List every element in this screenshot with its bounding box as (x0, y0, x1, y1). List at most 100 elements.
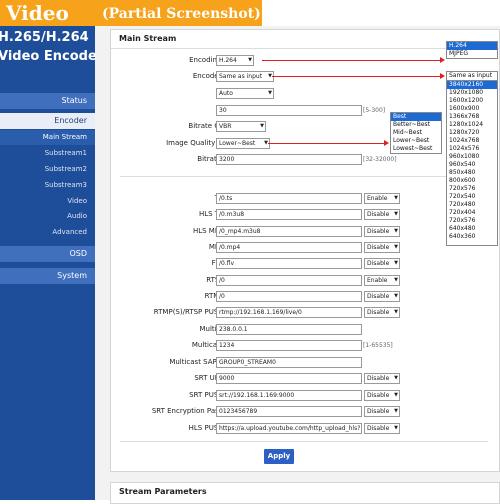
bitrate-input[interactable]: 3200 (216, 154, 362, 165)
nav-substream3[interactable]: Substream3 (0, 178, 95, 193)
mp4-url-mode-select[interactable]: Disable ▼ (364, 242, 400, 253)
srt-push-url-input[interactable]: srt://192.168.1.169:9000 (216, 390, 362, 401)
dropdown-current-value: Same as input (447, 72, 497, 81)
dropdown-option[interactable]: 850x480 (447, 169, 497, 177)
multicast-sap-label: Multicast SAP Name: (169, 358, 242, 366)
nav-substream2[interactable]: Substream2 (0, 162, 95, 177)
rtsp-url-mode-select[interactable]: Enable ▼ (364, 275, 400, 286)
dropdown-option[interactable]: 960x1080 (447, 153, 497, 161)
dropdown-option[interactable]: 1600x1200 (447, 97, 497, 105)
mp4-url-label: MP4 URL: (32, 242, 242, 252)
multicast-sap-input[interactable]: GROUP0_STREAM0 (216, 357, 362, 368)
stream-parameters-panel: Stream Parameters (110, 482, 500, 504)
panel-divider (111, 48, 499, 49)
hls-ts-url-mode-select[interactable]: Disable ▼ (364, 209, 400, 220)
hls-mp4-url-label: HLS MP4 URL: (192, 227, 242, 235)
dropdown-option[interactable]: 1280x1024 (447, 121, 497, 129)
multicast-ip-input[interactable]: 238.0.0.1 (216, 324, 362, 335)
dropdown-option[interactable]: 1920x1080 (447, 89, 497, 97)
srt-port-mode-select[interactable]: Disable ▼ (364, 373, 400, 384)
dropdown-option[interactable]: 720x404 (447, 209, 497, 217)
arrow-head-icon (440, 57, 445, 63)
srt-push-url-mode-select[interactable]: Disable ▼ (364, 390, 400, 401)
hls-ts-url-input[interactable]: /0.m3u8 (216, 209, 362, 220)
image-quality-select[interactable]: Lower~Best ▼ (216, 138, 270, 149)
rtmp-url-mode-select[interactable]: Disable ▼ (364, 291, 400, 302)
chevron-down-icon: ▼ (394, 293, 398, 299)
rtmp-push-url-input[interactable]: rtmp://192.168.1.169/live/0 (216, 307, 362, 318)
brand-line1: H.265/H.264 (0, 30, 89, 45)
dropdown-option[interactable]: MJPEG (447, 50, 497, 58)
srt-password-mode-select[interactable]: Disable ▼ (364, 406, 400, 417)
encoding-type-label: Encoding Type: (189, 56, 242, 64)
dropdown-option[interactable]: Better~Best (391, 121, 441, 129)
annotation-arrow (272, 76, 440, 77)
chevron-down-icon: ▼ (248, 57, 252, 63)
dropdown-option[interactable]: Best (391, 113, 441, 121)
srt-port-input[interactable]: 9000 (216, 373, 362, 384)
multicast-port-input[interactable]: 1234 (216, 340, 362, 351)
image-quality-value: Lower~Best (219, 140, 256, 147)
dropdown-option[interactable]: 3840x2160 (447, 81, 497, 89)
dropdown-option[interactable]: 1366x768 (447, 113, 497, 121)
rtmp-url-mode: Disable (367, 293, 390, 300)
dropdown-option[interactable]: 1600x900 (447, 105, 497, 113)
flv-url-mode: Disable (367, 260, 390, 267)
encoding-type-select[interactable]: H.264 ▼ (216, 55, 254, 66)
dropdown-option[interactable]: Lower~Best (391, 137, 441, 145)
multicast-port-hint: [1-65535] (363, 342, 393, 349)
dropdown-option[interactable]: 720x576 (447, 185, 497, 193)
gop-input[interactable]: 30 (216, 105, 362, 116)
flv-url-mode-select[interactable]: Disable ▼ (364, 258, 400, 269)
ts-url-input[interactable]: /0.ts (216, 193, 362, 204)
bitrate-label: Bitrate(kbit): (32, 154, 242, 164)
arrow-head-icon (384, 140, 389, 146)
dropdown-option[interactable]: 1024x768 (447, 137, 497, 145)
hls-push-url-mode-select[interactable]: Disable ▼ (364, 423, 400, 434)
rtmp-push-url-label: RTMP(S)/RTSP PUSH URL: (153, 308, 242, 316)
dropdown-option[interactable]: 640x360 (447, 233, 497, 241)
dropdown-option[interactable]: Lowest~Best (391, 145, 441, 153)
dropdown-option[interactable]: 800x600 (447, 177, 497, 185)
rtsp-url-input[interactable]: /0 (216, 275, 362, 286)
arrow-head-icon (440, 73, 445, 79)
banner-title: Video (6, 1, 69, 25)
hls-mp4-url-mode-select[interactable]: Disable ▼ (364, 226, 400, 237)
dropdown-option[interactable]: 720x540 (447, 193, 497, 201)
encoded-size-select[interactable]: Same as input ▼ (216, 71, 274, 82)
dropdown-option[interactable]: 1280x720 (447, 129, 497, 137)
dropdown-option[interactable]: H.264 (447, 42, 497, 50)
srt-password-input[interactable]: 0123456789 (216, 406, 362, 417)
multicast-port-label: Multicast Port: (191, 341, 242, 349)
bitrate-control-select[interactable]: VBR ▼ (216, 121, 266, 132)
ts-url-label: TS URL: (32, 193, 242, 203)
chevron-down-icon: ▼ (394, 211, 398, 217)
flv-url-input[interactable]: /0.flv (216, 258, 362, 269)
ts-url-mode-select[interactable]: Enable ▼ (364, 193, 400, 204)
dropdown-option[interactable]: 640x480 (447, 225, 497, 233)
hls-push-url-input[interactable]: https://a.upload.youtube.com/http_upload… (216, 423, 362, 434)
multicast-ip-label: Multicast IP: (32, 324, 242, 334)
dropdown-option[interactable]: Mid~Best (391, 129, 441, 137)
hls-push-url-label: HLS PUSH URL: (188, 424, 242, 432)
dropdown-option[interactable]: 720x576 (447, 217, 497, 225)
encoded-size-value: Same as input (219, 73, 263, 80)
apply-button[interactable]: Apply (264, 449, 294, 464)
rtmp-url-input[interactable]: /0 (216, 291, 362, 302)
hls-mp4-url-input[interactable]: /0_mp4.m3u8 (216, 226, 362, 237)
bitrate-control-value: VBR (219, 123, 232, 130)
dropdown-option[interactable]: 960x540 (447, 161, 497, 169)
flv-url-label: FLV URL: (32, 258, 242, 268)
chevron-down-icon: ▼ (260, 123, 264, 129)
srt-password-mode: Disable (367, 408, 390, 415)
srt-push-url-label: SRT PUSH URL: (189, 391, 242, 399)
mp4-url-input[interactable]: /0.mp4 (216, 242, 362, 253)
fps-select[interactable]: Auto ▼ (216, 88, 274, 99)
image-quality-label: Image Quality Range: (166, 139, 242, 147)
annotation-arrow (262, 60, 440, 61)
dropdown-option[interactable]: 720x480 (447, 201, 497, 209)
hls-ts-url-mode: Disable (367, 211, 390, 218)
dropdown-option[interactable]: 1024x576 (447, 145, 497, 153)
hls-ts-url-label: HLS TS URL: (198, 210, 242, 218)
rtmp-push-url-mode-select[interactable]: Disable ▼ (364, 307, 400, 318)
